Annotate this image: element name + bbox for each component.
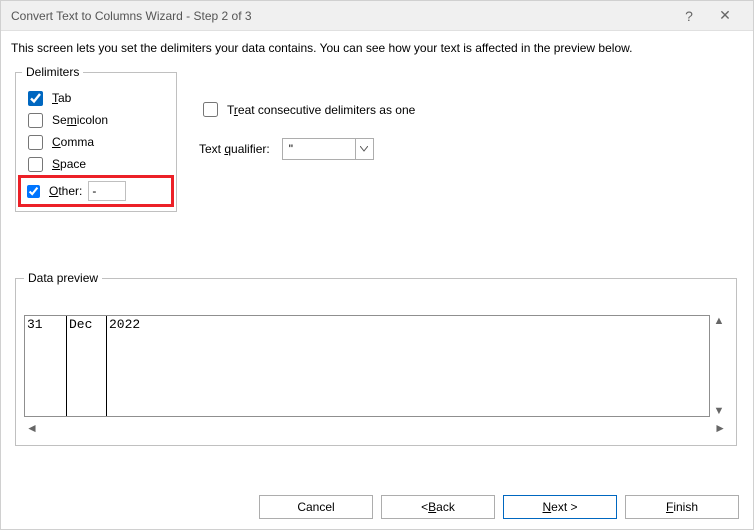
scroll-down-icon[interactable]: ▼: [710, 405, 728, 417]
close-icon[interactable]: ✕: [707, 7, 743, 24]
text-qualifier-label: Text qualifier:: [199, 142, 270, 156]
preview-column: 31: [25, 316, 67, 416]
preview-cell: 31: [25, 316, 66, 333]
preview-horizontal-scrollbar[interactable]: ◄ ►: [24, 421, 728, 435]
preview-vertical-scrollbar[interactable]: ▲ ▼: [710, 315, 728, 417]
treat-consecutive-row: Treat consecutive delimiters as one: [199, 99, 415, 120]
data-preview-legend: Data preview: [24, 271, 102, 285]
delimiter-comma-row: Comma: [22, 131, 170, 153]
delimiter-tab-row: Tab: [22, 87, 170, 109]
text-qualifier-combo[interactable]: ": [282, 138, 374, 160]
data-preview-group: Data preview 31Dec2022 ▲ ▼ ◄ ►: [15, 271, 737, 446]
preview-viewport: 31Dec2022: [24, 315, 710, 417]
finish-button[interactable]: Finish: [625, 495, 739, 519]
delimiter-tab-checkbox[interactable]: [28, 91, 43, 106]
delimiter-space-row: Space: [22, 153, 170, 175]
back-button[interactable]: < Back: [381, 495, 495, 519]
cancel-button[interactable]: Cancel: [259, 495, 373, 519]
delimiter-semicolon-row: Semicolon: [22, 109, 170, 131]
delimiter-semicolon-checkbox[interactable]: [28, 113, 43, 128]
next-button[interactable]: Next >: [503, 495, 617, 519]
scroll-right-icon[interactable]: ►: [714, 421, 726, 435]
preview-column: Dec: [67, 316, 107, 416]
wizard-description: This screen lets you set the delimiters …: [1, 31, 753, 59]
delimiter-other-row: Other:: [18, 175, 174, 207]
text-qualifier-value: ": [283, 142, 355, 156]
delimiters-group: Delimiters Tab Semicolon Comma Space Oth…: [15, 65, 177, 212]
scroll-up-icon[interactable]: ▲: [710, 315, 728, 327]
wizard-buttons: Cancel < Back Next > Finish: [259, 495, 739, 519]
delimiter-comma-label: Comma: [52, 135, 94, 149]
delimiter-comma-checkbox[interactable]: [28, 135, 43, 150]
delimiter-other-checkbox[interactable]: [27, 185, 40, 198]
treat-consecutive-checkbox[interactable]: [203, 102, 218, 117]
delimiter-other-label: Other:: [49, 184, 82, 198]
window-title: Convert Text to Columns Wizard - Step 2 …: [11, 9, 671, 23]
text-qualifier-row: Text qualifier: ": [199, 138, 415, 160]
delimiter-other-input[interactable]: [88, 181, 126, 201]
delimiter-space-label: Space: [52, 157, 86, 171]
delimiters-legend: Delimiters: [22, 65, 83, 79]
preview-column: 2022: [107, 316, 667, 416]
help-icon[interactable]: ?: [671, 8, 707, 24]
titlebar: Convert Text to Columns Wizard - Step 2 …: [1, 1, 753, 31]
delimiter-tab-label: Tab: [52, 91, 71, 105]
scroll-left-icon[interactable]: ◄: [26, 421, 38, 435]
chevron-down-icon[interactable]: [355, 139, 373, 159]
delimiter-space-checkbox[interactable]: [28, 157, 43, 172]
preview-cell: 2022: [107, 316, 667, 333]
treat-consecutive-label: Treat consecutive delimiters as one: [227, 103, 415, 117]
delimiter-semicolon-label: Semicolon: [52, 113, 108, 127]
preview-cell: Dec: [67, 316, 106, 333]
